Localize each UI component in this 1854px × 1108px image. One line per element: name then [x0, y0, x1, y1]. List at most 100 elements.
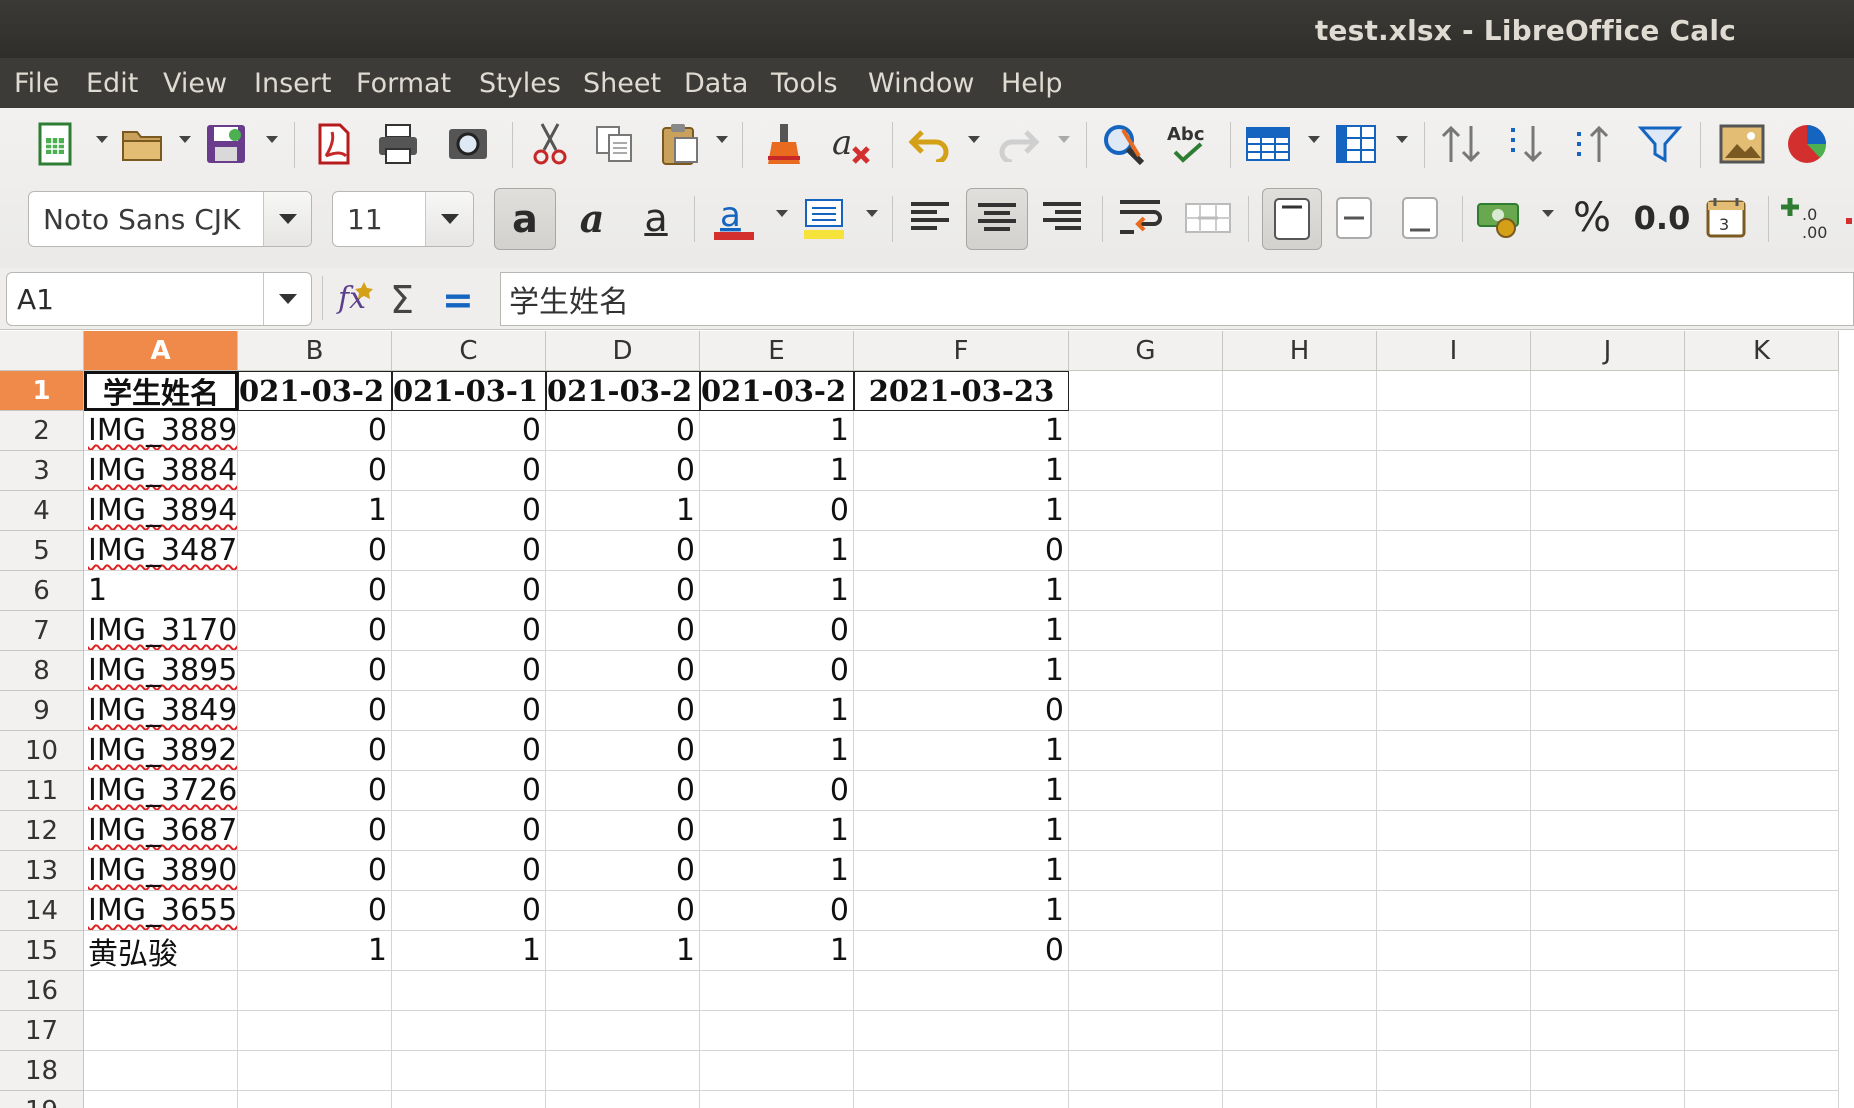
- cell-i16[interactable]: [1377, 971, 1531, 1011]
- cell-h12[interactable]: [1223, 811, 1377, 851]
- number-format-button[interactable]: 0.0: [1630, 190, 1694, 246]
- cell-e17[interactable]: [700, 1011, 854, 1051]
- menu-format[interactable]: Format: [356, 68, 451, 99]
- cell-j18[interactable]: [1531, 1051, 1685, 1091]
- cell-c2[interactable]: 0: [392, 411, 546, 451]
- cell-j3[interactable]: [1531, 451, 1685, 491]
- cell-i5[interactable]: [1377, 531, 1531, 571]
- insert-chart-icon[interactable]: [1782, 116, 1834, 172]
- cell-a17[interactable]: [84, 1011, 238, 1051]
- undo-icon[interactable]: [904, 116, 956, 172]
- copy-icon[interactable]: [588, 116, 640, 172]
- formula-equals-icon[interactable]: =: [442, 278, 474, 322]
- cell-b1[interactable]: 021-03-2: [238, 371, 392, 411]
- export-pdf-icon[interactable]: [306, 116, 358, 172]
- cell-d4[interactable]: 1: [546, 491, 700, 531]
- spreadsheet-grid[interactable]: ABCDEFGHIJK12345678910111213141516171819…: [0, 331, 1854, 1108]
- row-header-18[interactable]: 18: [0, 1051, 84, 1091]
- cell-i9[interactable]: [1377, 691, 1531, 731]
- print-preview-icon[interactable]: [442, 116, 494, 172]
- cell-b9[interactable]: 0: [238, 691, 392, 731]
- find-replace-icon[interactable]: [1098, 116, 1150, 172]
- column-header-b[interactable]: B: [238, 331, 392, 371]
- cell-c14[interactable]: 0: [392, 891, 546, 931]
- align-top-button[interactable]: [1262, 188, 1322, 250]
- cell-g12[interactable]: [1069, 811, 1223, 851]
- cell-i2[interactable]: [1377, 411, 1531, 451]
- cell-k2[interactable]: [1685, 411, 1839, 451]
- cell-k7[interactable]: [1685, 611, 1839, 651]
- cell-c3[interactable]: 0: [392, 451, 546, 491]
- paste-icon[interactable]: [654, 116, 706, 172]
- cell-b18[interactable]: [238, 1051, 392, 1091]
- row-header-2[interactable]: 2: [0, 411, 84, 451]
- cell-f17[interactable]: [854, 1011, 1069, 1051]
- cell-a12[interactable]: IMG_3687: [84, 811, 238, 851]
- print-icon[interactable]: [372, 116, 424, 172]
- cell-c11[interactable]: 0: [392, 771, 546, 811]
- cell-i3[interactable]: [1377, 451, 1531, 491]
- cell-h18[interactable]: [1223, 1051, 1377, 1091]
- cell-i7[interactable]: [1377, 611, 1531, 651]
- cell-c10[interactable]: 0: [392, 731, 546, 771]
- cell-d15[interactable]: 1: [546, 931, 700, 971]
- font-name-dropdown-icon[interactable]: [263, 192, 311, 246]
- row-header-5[interactable]: 5: [0, 531, 84, 571]
- cell-j7[interactable]: [1531, 611, 1685, 651]
- cell-j4[interactable]: [1531, 491, 1685, 531]
- cell-k18[interactable]: [1685, 1051, 1839, 1091]
- cell-j15[interactable]: [1531, 931, 1685, 971]
- cell-b12[interactable]: 0: [238, 811, 392, 851]
- cell-a5[interactable]: IMG_3487: [84, 531, 238, 571]
- highlight-dropdown-icon[interactable]: [866, 210, 878, 217]
- cell-k14[interactable]: [1685, 891, 1839, 931]
- name-box[interactable]: A1: [6, 272, 312, 326]
- cell-d6[interactable]: 0: [546, 571, 700, 611]
- menu-data[interactable]: Data: [684, 68, 748, 99]
- cell-d12[interactable]: 0: [546, 811, 700, 851]
- cell-g1[interactable]: [1069, 371, 1223, 411]
- cell-f11[interactable]: 1: [854, 771, 1069, 811]
- row-header-14[interactable]: 14: [0, 891, 84, 931]
- cell-i15[interactable]: [1377, 931, 1531, 971]
- cell-h16[interactable]: [1223, 971, 1377, 1011]
- cell-f10[interactable]: 1: [854, 731, 1069, 771]
- row-header-4[interactable]: 4: [0, 491, 84, 531]
- cell-h17[interactable]: [1223, 1011, 1377, 1051]
- cell-f18[interactable]: [854, 1051, 1069, 1091]
- row-header-17[interactable]: 17: [0, 1011, 84, 1051]
- cell-c4[interactable]: 0: [392, 491, 546, 531]
- cell-h10[interactable]: [1223, 731, 1377, 771]
- currency-dropdown-icon[interactable]: [1542, 210, 1554, 217]
- cell-g3[interactable]: [1069, 451, 1223, 491]
- cell-f4[interactable]: 1: [854, 491, 1069, 531]
- cell-c15[interactable]: 1: [392, 931, 546, 971]
- cell-g8[interactable]: [1069, 651, 1223, 691]
- cell-i13[interactable]: [1377, 851, 1531, 891]
- cell-f5[interactable]: 0: [854, 531, 1069, 571]
- cell-f19[interactable]: [854, 1091, 1069, 1108]
- cell-f14[interactable]: 1: [854, 891, 1069, 931]
- cell-j10[interactable]: [1531, 731, 1685, 771]
- cell-k9[interactable]: [1685, 691, 1839, 731]
- formula-input[interactable]: 学生姓名: [500, 272, 1854, 326]
- cell-f9[interactable]: 0: [854, 691, 1069, 731]
- menu-edit[interactable]: Edit: [86, 68, 138, 99]
- add-decimal-button[interactable]: .0.00: [1780, 190, 1832, 246]
- cell-g7[interactable]: [1069, 611, 1223, 651]
- cell-i18[interactable]: [1377, 1051, 1531, 1091]
- font-color-button[interactable]: a: [708, 190, 760, 246]
- cell-a7[interactable]: IMG_3170: [84, 611, 238, 651]
- column-icon[interactable]: [1330, 116, 1382, 172]
- menu-help[interactable]: Help: [1001, 68, 1063, 99]
- cell-i19[interactable]: [1377, 1091, 1531, 1108]
- row-header-13[interactable]: 13: [0, 851, 84, 891]
- cell-d1[interactable]: 021-03-2: [546, 371, 700, 411]
- cell-e3[interactable]: 1: [700, 451, 854, 491]
- cell-b5[interactable]: 0: [238, 531, 392, 571]
- cell-d7[interactable]: 0: [546, 611, 700, 651]
- cell-g17[interactable]: [1069, 1011, 1223, 1051]
- merge-center-button[interactable]: [1182, 190, 1234, 246]
- cell-g4[interactable]: [1069, 491, 1223, 531]
- cell-g15[interactable]: [1069, 931, 1223, 971]
